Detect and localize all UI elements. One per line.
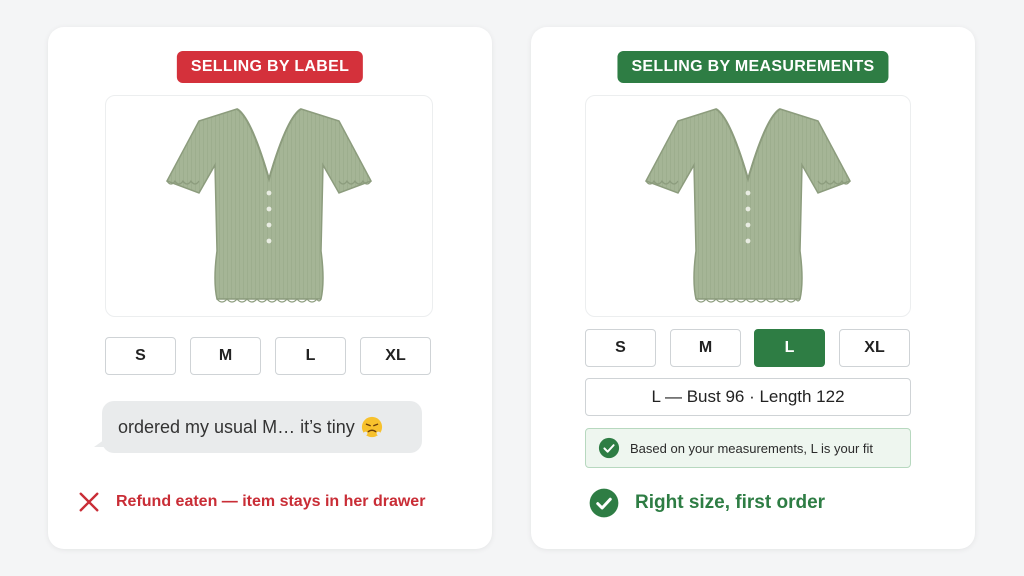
- measurement-sizing-card: SELLING BY MEASUREMENTS S M L XL L — Bus: [531, 27, 975, 549]
- frustrated-face-emoji-icon: [361, 416, 382, 438]
- chat-bubble: ordered my usual M… it’s tiny: [94, 401, 422, 453]
- positive-outcome-text: Right size, first order: [635, 492, 826, 513]
- measurements-badge: SELLING BY MEASUREMENTS: [617, 51, 889, 83]
- check-circle-icon: [589, 488, 619, 518]
- size-option-l[interactable]: L: [275, 337, 346, 375]
- size-selector: S M L XL: [585, 329, 911, 367]
- measurement-readout: L — Bust 96 · Length 122: [585, 378, 911, 416]
- size-option-m[interactable]: M: [670, 329, 741, 367]
- green-tshirt-image: [165, 108, 373, 303]
- label-sizing-card: SELLING BY LABEL S M L XL ordered my usu…: [48, 27, 492, 549]
- product-image-frame: [585, 95, 911, 317]
- positive-outcome: Right size, first order: [589, 488, 825, 518]
- green-tshirt-image: [644, 108, 852, 303]
- check-circle-icon: [598, 437, 620, 459]
- negative-outcome-text: Refund eaten — item stays in her drawer: [116, 493, 426, 510]
- size-option-m[interactable]: M: [190, 337, 261, 375]
- size-option-xl[interactable]: XL: [839, 329, 910, 367]
- size-option-s[interactable]: S: [105, 337, 176, 375]
- product-image-frame: [105, 95, 433, 317]
- size-selector: S M L XL: [105, 337, 432, 375]
- chat-message: ordered my usual M… it’s tiny: [118, 416, 355, 437]
- negative-outcome: Refund eaten — item stays in her drawer: [78, 491, 425, 513]
- fit-recommendation-text: Based on your measurements, L is your fi…: [630, 440, 874, 456]
- size-option-xl[interactable]: XL: [360, 337, 431, 375]
- label-badge: SELLING BY LABEL: [176, 51, 364, 83]
- x-icon: [79, 492, 99, 512]
- chat-bubble-tail: [94, 437, 108, 447]
- fit-recommendation: Based on your measurements, L is your fi…: [585, 428, 911, 468]
- size-option-s[interactable]: S: [585, 329, 656, 367]
- size-option-l-selected[interactable]: L: [754, 329, 825, 367]
